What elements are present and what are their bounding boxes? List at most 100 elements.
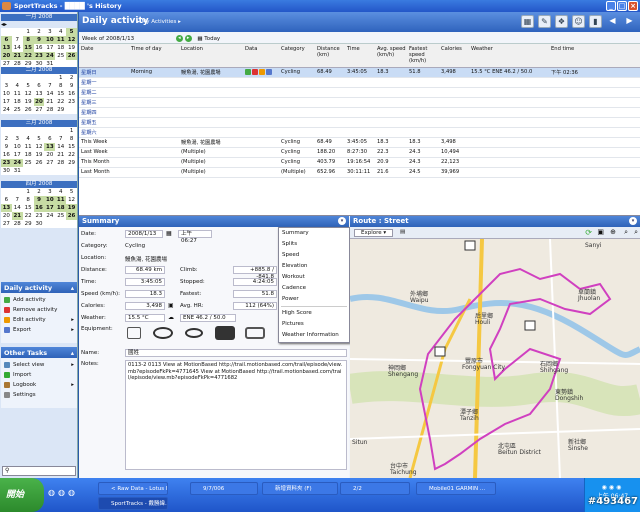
calendar-day[interactable]: 2 [34,28,45,36]
speed-field[interactable]: 18.3 [125,290,165,298]
calendar-day[interactable]: 28 [12,220,23,228]
column-header[interactable]: Data [245,46,279,52]
calendar-day[interactable]: 13 [44,143,56,151]
calendar-day[interactable]: 5 [23,82,34,90]
fastest-field[interactable]: 51.8 [233,290,277,298]
calendar-day[interactable]: 30 [1,167,12,175]
next-week-icon[interactable]: ▸ [184,35,192,42]
calendar-day[interactable]: 18 [55,44,66,52]
calendar-day[interactable]: 11 [55,196,67,204]
calendar-day[interactable]: 17 [12,151,23,159]
calendar-day[interactable]: 22 [55,98,66,106]
calendar-day[interactable]: 15 [55,90,66,98]
calendar-day[interactable]: 25 [12,106,23,114]
calendar-day[interactable]: 9 [33,196,45,204]
calendar-day[interactable]: 2 [1,135,12,143]
calendar-day[interactable]: 1 [23,188,34,196]
taskbar-task-button[interactable]: < Raw Data - Lotus N... [98,482,168,495]
calendar-day[interactable]: 25 [55,212,66,220]
calendar-day[interactable]: 3 [44,188,55,196]
refresh-icon[interactable]: ⟳ [585,228,592,237]
back-arrow-icon[interactable]: ◀ [606,15,619,28]
calendar-day[interactable]: 25 [23,159,34,167]
calendar-day[interactable]: 14 [12,204,23,212]
column-header[interactable]: Calories [441,46,469,52]
tray-icons[interactable]: ◉◉◉ [585,484,640,491]
taskbar-task-button[interactable]: SportTracks - 戴勝緯... [98,497,168,510]
calendar-day[interactable]: 23 [66,98,77,106]
calendar-day[interactable]: 21 [11,52,23,60]
column-header[interactable]: Time of day [131,46,179,52]
calendar-day[interactable]: 6 [1,36,12,44]
calendar-day[interactable]: 8 [23,196,34,204]
calendar-day[interactable]: 18 [12,98,23,106]
route-settings-icon[interactable]: ▤ [400,229,405,235]
zoom-fit-icon[interactable]: ⊕ [610,228,616,236]
calendar-day[interactable]: 13 [1,44,12,52]
calendar-day[interactable]: 1 [23,28,34,36]
calendar-day[interactable]: 8 [22,36,34,44]
calendar-day[interactable]: 19 [66,204,77,212]
menu-item-summary[interactable]: Summary [279,228,349,239]
dropdown-icon[interactable]: ▾ [338,217,346,225]
calendar-day[interactable]: 16 [34,44,45,52]
table-row[interactable]: 星期三 [79,98,640,108]
table-row[interactable]: 星期一 [79,78,640,88]
menu-item-high-score[interactable]: High Score [279,308,349,319]
calendar-day[interactable]: 21 [11,212,23,220]
calendar-day[interactable]: 17 [44,44,55,52]
daily-activity-panel-header[interactable]: Daily activity ▴ [1,282,77,293]
column-header[interactable]: Location [181,46,243,52]
taskbar-task-button[interactable]: 新增資料夾 (F) [262,482,338,495]
calendar-day[interactable]: 22 [22,52,34,60]
calendar-day[interactable]: 29 [23,220,34,228]
menu-item-pictures[interactable]: Pictures [279,319,349,330]
location-value[interactable]: 鰻魚湯, 花園農場 [125,255,167,263]
calendar-day[interactable]: 15 [23,204,34,212]
calendar-icon[interactable]: ▦ [166,230,172,237]
calendar-day[interactable]: 20 [44,151,55,159]
calendar-day[interactable]: 10 [44,196,56,204]
today-icon[interactable]: ▦ [197,36,202,42]
calendar-day[interactable]: 21 [55,151,66,159]
taskbar-task-button[interactable]: Mobile01 GARMIN ... [416,482,496,495]
temperature-field[interactable]: 15.5 °C [125,314,165,322]
table-row[interactable]: 星期日 Morning 鰻魚湯, 花園農場 Cycling 68.49 3:45:05 18… [79,68,640,78]
equipment-icon[interactable]: ▮ [589,15,602,28]
calendar-day[interactable]: 28 [44,106,55,114]
calendar-day[interactable]: 15 [22,44,34,52]
calendar-day[interactable]: 27 [44,159,55,167]
calendar-day[interactable]: 4 [55,188,66,196]
athlete-icon[interactable]: ☺ [572,15,585,28]
equipment-list[interactable] [125,323,275,345]
calendar-day[interactable]: 12 [66,196,77,204]
calories-field[interactable]: 3,498 [125,302,165,310]
other-tasks-panel-header[interactable]: Other Tasks ▴ [1,347,77,358]
calendar-day[interactable]: 19 [23,98,34,106]
calendar-day[interactable]: 20 [1,52,12,60]
calendar-day[interactable]: 9 [1,143,12,151]
calendar-day[interactable]: 31 [12,167,23,175]
distance-field[interactable]: 68.49 km [125,266,165,274]
calendar-day[interactable]: 22 [23,212,34,220]
dropdown-icon[interactable]: ▾ [629,217,637,225]
calendar-day[interactable]: 8 [66,135,77,143]
column-header[interactable]: Date [81,46,129,52]
summary-row[interactable]: This Week 鰻魚湯, 花園農場 Cycling 68.49 3:45:05 18.… [79,138,640,148]
column-header[interactable]: Avg. speed (km/h) [377,46,407,58]
calendar-day[interactable]: 5 [66,28,77,36]
calendar-day[interactable]: 24 [1,106,12,114]
zoom-in-icon[interactable]: ⌕ [624,228,628,237]
menu-item-speed[interactable]: Speed [279,250,349,261]
calendar-day[interactable]: 14 [12,44,23,52]
import-link[interactable]: Import [4,370,74,380]
calendar-day[interactable]: 7 [44,82,55,90]
calendar-day[interactable]: 24 [44,212,55,220]
date-field[interactable]: 2008/1/13 [125,230,163,238]
calendar-day[interactable]: 12 [66,36,77,44]
calendar-day[interactable]: 1 [66,127,77,135]
calendar-day[interactable]: 13 [34,90,45,98]
calendar-day[interactable]: 22 [66,151,77,159]
menu-item-splits[interactable]: Splits [279,239,349,250]
column-header[interactable]: Time [347,46,375,52]
